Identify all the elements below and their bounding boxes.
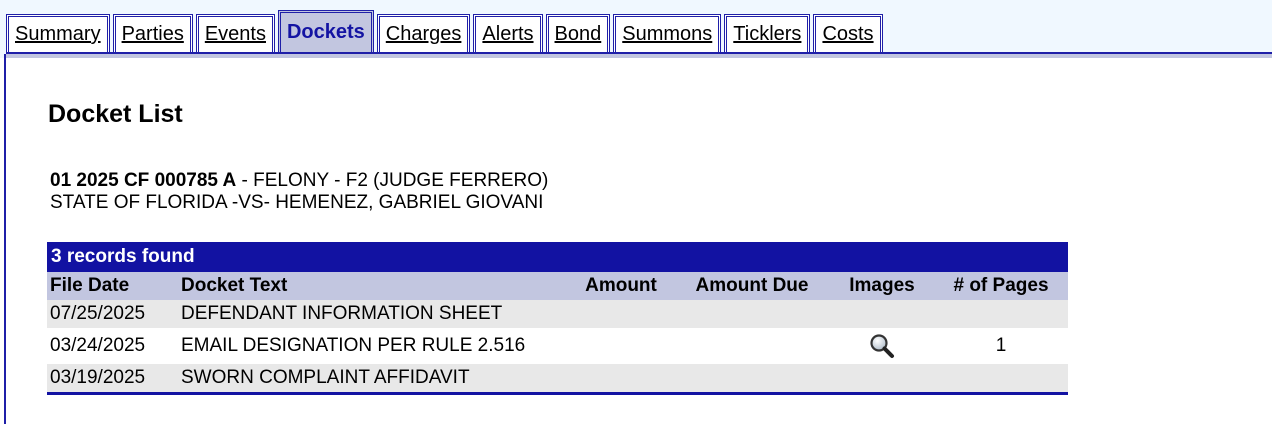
tab-label[interactable]: Charges — [386, 23, 462, 46]
images-cell — [830, 364, 934, 395]
magnifier-icon[interactable] — [869, 333, 895, 359]
tab-label[interactable]: Parties — [122, 23, 184, 46]
col-pages: # of Pages — [934, 272, 1068, 300]
tab-label[interactable]: Bond — [555, 23, 602, 46]
records-found: 3 records found — [47, 242, 1068, 272]
docket-text: EMAIL DESIGNATION PER RULE 2.516 — [178, 328, 568, 364]
tab-alerts[interactable]: Alerts — [473, 14, 543, 52]
docket-text: SWORN COMPLAINT AFFIDAVIT — [178, 364, 568, 395]
case-description: - FELONY - F2 (JUDGE FERRERO) — [236, 170, 549, 191]
page-count — [934, 364, 1068, 395]
case-header: 01 2025 CF 000785 A - FELONY - F2 (JUDGE… — [50, 170, 548, 214]
table-row: 03/24/2025 EMAIL DESIGNATION PER RULE 2.… — [47, 328, 1068, 364]
case-style: STATE OF FLORIDA -VS- HEMENEZ, GABRIEL G… — [50, 192, 544, 213]
tab-label[interactable]: Events — [205, 23, 266, 46]
table-row: 07/25/2025 DEFENDANT INFORMATION SHEET — [47, 300, 1068, 328]
tab-label[interactable]: Ticklers — [733, 23, 801, 46]
amount — [568, 364, 674, 395]
amount — [568, 328, 674, 364]
tab-charges[interactable]: Charges — [376, 14, 471, 52]
tab-label[interactable]: Summons — [622, 23, 712, 46]
file-date: 03/19/2025 — [47, 364, 178, 395]
table-row: 03/19/2025 SWORN COMPLAINT AFFIDAVIT — [47, 364, 1068, 395]
docket-table: 3 records found File Date Docket Text Am… — [47, 242, 1068, 395]
tab-label[interactable]: Summary — [15, 23, 101, 46]
page-title: Docket List — [48, 100, 183, 128]
col-amount: Amount — [568, 272, 674, 300]
tab-label[interactable]: Costs — [822, 23, 873, 46]
tab-bond[interactable]: Bond — [545, 14, 611, 52]
tab-events[interactable]: Events — [195, 14, 275, 52]
images-cell — [830, 328, 934, 364]
page-count: 1 — [934, 328, 1068, 364]
amount-due — [674, 364, 830, 395]
tab-label[interactable]: Dockets — [287, 21, 365, 44]
col-file-date: File Date — [47, 272, 178, 300]
amount — [568, 300, 674, 328]
tab-strip: Summary Parties Events Dockets Charges A… — [6, 10, 886, 52]
tab-label[interactable]: Alerts — [482, 23, 533, 46]
col-images: Images — [830, 272, 934, 300]
docket-text: DEFENDANT INFORMATION SHEET — [178, 300, 568, 328]
page-count — [934, 300, 1068, 328]
col-docket-text: Docket Text — [178, 272, 568, 300]
file-date: 07/25/2025 — [47, 300, 178, 328]
images-cell — [830, 300, 934, 328]
tab-ticklers[interactable]: Ticklers — [724, 14, 811, 52]
amount-due — [674, 328, 830, 364]
col-amount-due: Amount Due — [674, 272, 830, 300]
tab-summons[interactable]: Summons — [613, 14, 722, 52]
table-header-row: File Date Docket Text Amount Amount Due … — [47, 272, 1068, 300]
tab-parties[interactable]: Parties — [112, 14, 193, 52]
content-left-border — [4, 54, 6, 424]
tab-summary[interactable]: Summary — [6, 14, 110, 52]
file-date: 03/24/2025 — [47, 328, 178, 364]
case-number: 01 2025 CF 000785 A — [50, 170, 237, 191]
case-line-1: 01 2025 CF 000785 A - FELONY - F2 (JUDGE… — [50, 170, 548, 192]
tab-dockets[interactable]: Dockets — [277, 10, 374, 52]
tab-costs[interactable]: Costs — [813, 14, 883, 52]
amount-due — [674, 300, 830, 328]
